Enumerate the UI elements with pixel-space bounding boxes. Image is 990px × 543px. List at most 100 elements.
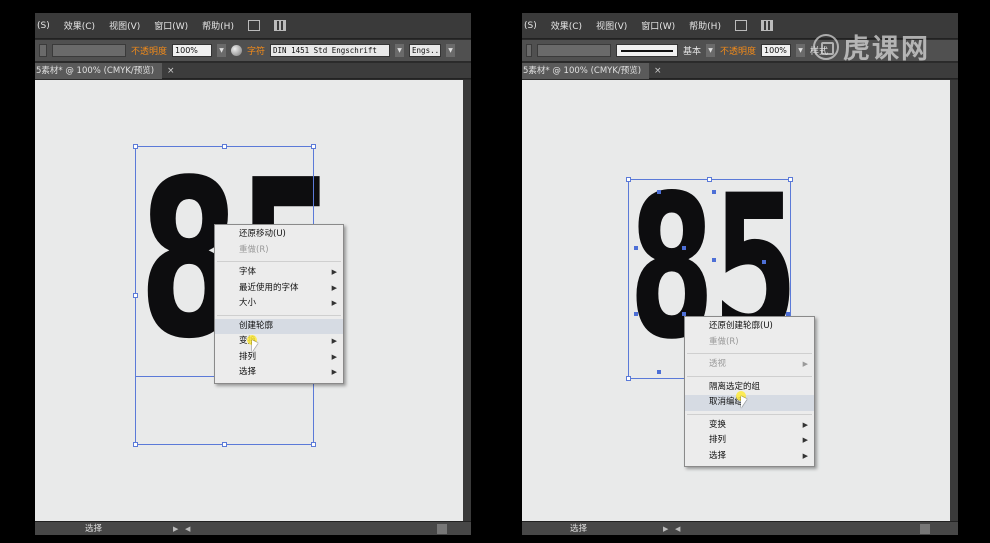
ctx-recent-fonts[interactable]: 最近使用的字体 ▶ [215, 281, 343, 297]
stroke-profile-sample[interactable] [616, 44, 678, 57]
menu-help[interactable]: 帮助(H) [689, 19, 721, 32]
menu-effect[interactable]: 效果(C) [551, 19, 582, 32]
ctx-label: 还原创建轮廓(U) [709, 321, 773, 331]
bbox-handle-tr[interactable] [311, 144, 316, 149]
ctx-redo: 重做(R) [685, 335, 814, 351]
artboard-canvas[interactable]: 85 还原创建轮廓(U) 重做(R) 透视 ▶ 隔离选定的组 取消编组 变换 ▶ 排… [522, 80, 958, 521]
path-anchor-point[interactable] [657, 190, 661, 194]
bbox-handle-tc[interactable] [707, 177, 712, 182]
bbox-handle-bc[interactable] [222, 442, 227, 447]
character-label[interactable]: 字符 [247, 44, 265, 57]
path-anchor-point[interactable] [712, 258, 716, 262]
bbox-handle-bl[interactable] [626, 376, 631, 381]
bbox-handle-bl[interactable] [133, 442, 138, 447]
stroke-dropdown[interactable] [39, 44, 47, 57]
bbox-handle-br[interactable] [311, 442, 316, 447]
path-anchor-point[interactable] [682, 246, 686, 250]
bbox-handle-ml[interactable] [133, 293, 138, 298]
font-style-dropdown-arrow[interactable]: ▼ [446, 44, 456, 57]
document-tab[interactable]: 5素材* @ 100% (CMYK/预览) [522, 63, 650, 79]
bbox-handle-tl[interactable] [626, 177, 631, 182]
scroll-left-arrow-icon[interactable]: ◀ [675, 522, 680, 535]
tab-close-icon[interactable]: × [167, 63, 175, 79]
tab-close-icon[interactable]: × [654, 63, 662, 79]
ctx-arrange[interactable]: 排列 ▶ [685, 433, 814, 449]
menu-effect[interactable]: 效果(C) [64, 19, 95, 32]
ctx-transform[interactable]: 变换▶ [215, 334, 343, 350]
menu-help[interactable]: 帮助(H) [202, 19, 234, 32]
status-bar: 选择 ▶ ◀ [522, 521, 958, 535]
path-anchor-point[interactable] [657, 370, 661, 374]
stroke-dropdown[interactable] [526, 44, 532, 57]
status-menu-arrow-icon[interactable]: ▶ [663, 522, 668, 535]
font-family-dropdown-arrow[interactable]: ▼ [395, 44, 405, 57]
context-menu: 还原移动(U) 重做(R) 字体▶ 最近使用的字体▶ 大小▶ 创建轮廓 变换▶ … [214, 224, 344, 384]
ctx-isolate-group[interactable]: 隔离选定的组 [685, 380, 814, 396]
ctx-transform[interactable]: 变换▶ [685, 418, 814, 434]
ctx-label: 隔离选定的组 [709, 381, 761, 392]
watermark-text: 虎课网 [843, 34, 930, 65]
vertical-scrollbar[interactable] [950, 80, 958, 521]
ctx-label: 重做(R) [709, 336, 739, 347]
menu-select[interactable]: (S) [37, 21, 50, 31]
path-anchor-point[interactable] [712, 190, 716, 194]
path-anchor-point[interactable] [762, 260, 766, 264]
font-style-input[interactable]: Engs.. [409, 44, 442, 57]
menu-bar: (S) 效果(C) 视图(V) 窗口(W) 帮助(H) [35, 13, 471, 39]
bbox-handle-tl[interactable] [133, 144, 138, 149]
ctx-perspective: 透视 ▶ [685, 357, 814, 373]
ctx-label: 创建轮廓 [239, 320, 274, 331]
brush-dropdown[interactable] [52, 44, 126, 57]
status-menu-arrow-icon[interactable]: ▶ [173, 522, 178, 535]
arrange-documents-icon[interactable] [273, 20, 286, 31]
scroll-left-arrow-icon[interactable]: ◀ [185, 522, 190, 535]
stroke-profile-label[interactable]: 基本 [683, 44, 701, 57]
opacity-dropdown-arrow[interactable]: ▼ [796, 44, 806, 57]
opacity-input[interactable]: 100% [761, 44, 792, 57]
recolor-icon[interactable] [231, 45, 243, 56]
tiger-logo-icon [813, 33, 839, 60]
right-illustrator-window: (S) 效果(C) 视图(V) 窗口(W) 帮助(H) 基本 ▼ 不透明度 10… [522, 13, 958, 535]
font-family-input[interactable]: DIN 1451 Std Engschrift [270, 44, 391, 57]
document-tab[interactable]: 5素材* @ 100% (CMYK/预览) [35, 63, 163, 79]
ctx-label: 透视 [709, 359, 727, 369]
ctx-undo-move[interactable]: 还原移动(U) [215, 227, 343, 243]
menu-window[interactable]: 窗口(W) [154, 19, 188, 32]
ctx-size[interactable]: 大小 ▶ [215, 296, 343, 312]
bbox-handle-tr[interactable] [788, 177, 793, 182]
ctx-create-outlines[interactable]: 创建轮廓 [215, 318, 343, 334]
ctx-font[interactable]: 字体 ▶ [215, 265, 343, 281]
opacity-label[interactable]: 不透明度 [720, 44, 756, 57]
ctx-undo-create-outlines[interactable]: 还原创建轮廓(U) [685, 319, 814, 335]
menu-view[interactable]: 视图(V) [596, 19, 627, 32]
submenu-arrow-icon: ▶ [331, 299, 337, 307]
vertical-scrollbar[interactable] [463, 80, 471, 521]
opacity-dropdown-arrow[interactable]: ▼ [217, 44, 227, 57]
path-anchor-point[interactable] [634, 246, 638, 250]
arrange-documents-icon[interactable] [760, 20, 773, 31]
horizontal-scroll-thumb[interactable] [437, 524, 447, 534]
bridge-icon[interactable] [734, 20, 747, 31]
ctx-arrange[interactable]: 排列 ▶ [215, 350, 343, 366]
left-illustrator-window: (S) 效果(C) 视图(V) 窗口(W) 帮助(H) 不透明度 100% ▼ … [35, 13, 471, 535]
ctx-label: 字体 [239, 267, 257, 277]
menu-view[interactable]: 视图(V) [109, 19, 140, 32]
ctx-select[interactable]: 选择 ▶ [685, 449, 814, 465]
stroke-profile-dropdown-arrow[interactable]: ▼ [706, 44, 716, 57]
ctx-ungroup[interactable]: 取消编组 [685, 395, 814, 411]
horizontal-scroll-thumb[interactable] [920, 524, 930, 534]
opacity-label[interactable]: 不透明度 [131, 44, 167, 57]
submenu-arrow-icon: ▶ [802, 420, 808, 429]
artboard-canvas[interactable]: 85 还原移动(U) 重做(R) 字体▶ 最近使用的字体▶ 大小▶ 创建轮廓 变… [35, 80, 471, 521]
menu-window[interactable]: 窗口(W) [641, 19, 675, 32]
status-tool-text: 选择 [570, 524, 588, 534]
brush-dropdown[interactable] [537, 44, 611, 57]
status-bar: 选择 ▶ ◀ [35, 521, 471, 535]
opacity-input[interactable]: 100% [172, 44, 213, 57]
menu-select[interactable]: (S) [524, 21, 537, 31]
bbox-handle-tc[interactable] [222, 144, 227, 149]
ctx-select[interactable]: 选择 ▶ [215, 365, 343, 381]
submenu-arrow-icon: ▶ [331, 368, 337, 376]
path-anchor-point[interactable] [634, 312, 638, 316]
bridge-icon[interactable] [247, 20, 260, 31]
